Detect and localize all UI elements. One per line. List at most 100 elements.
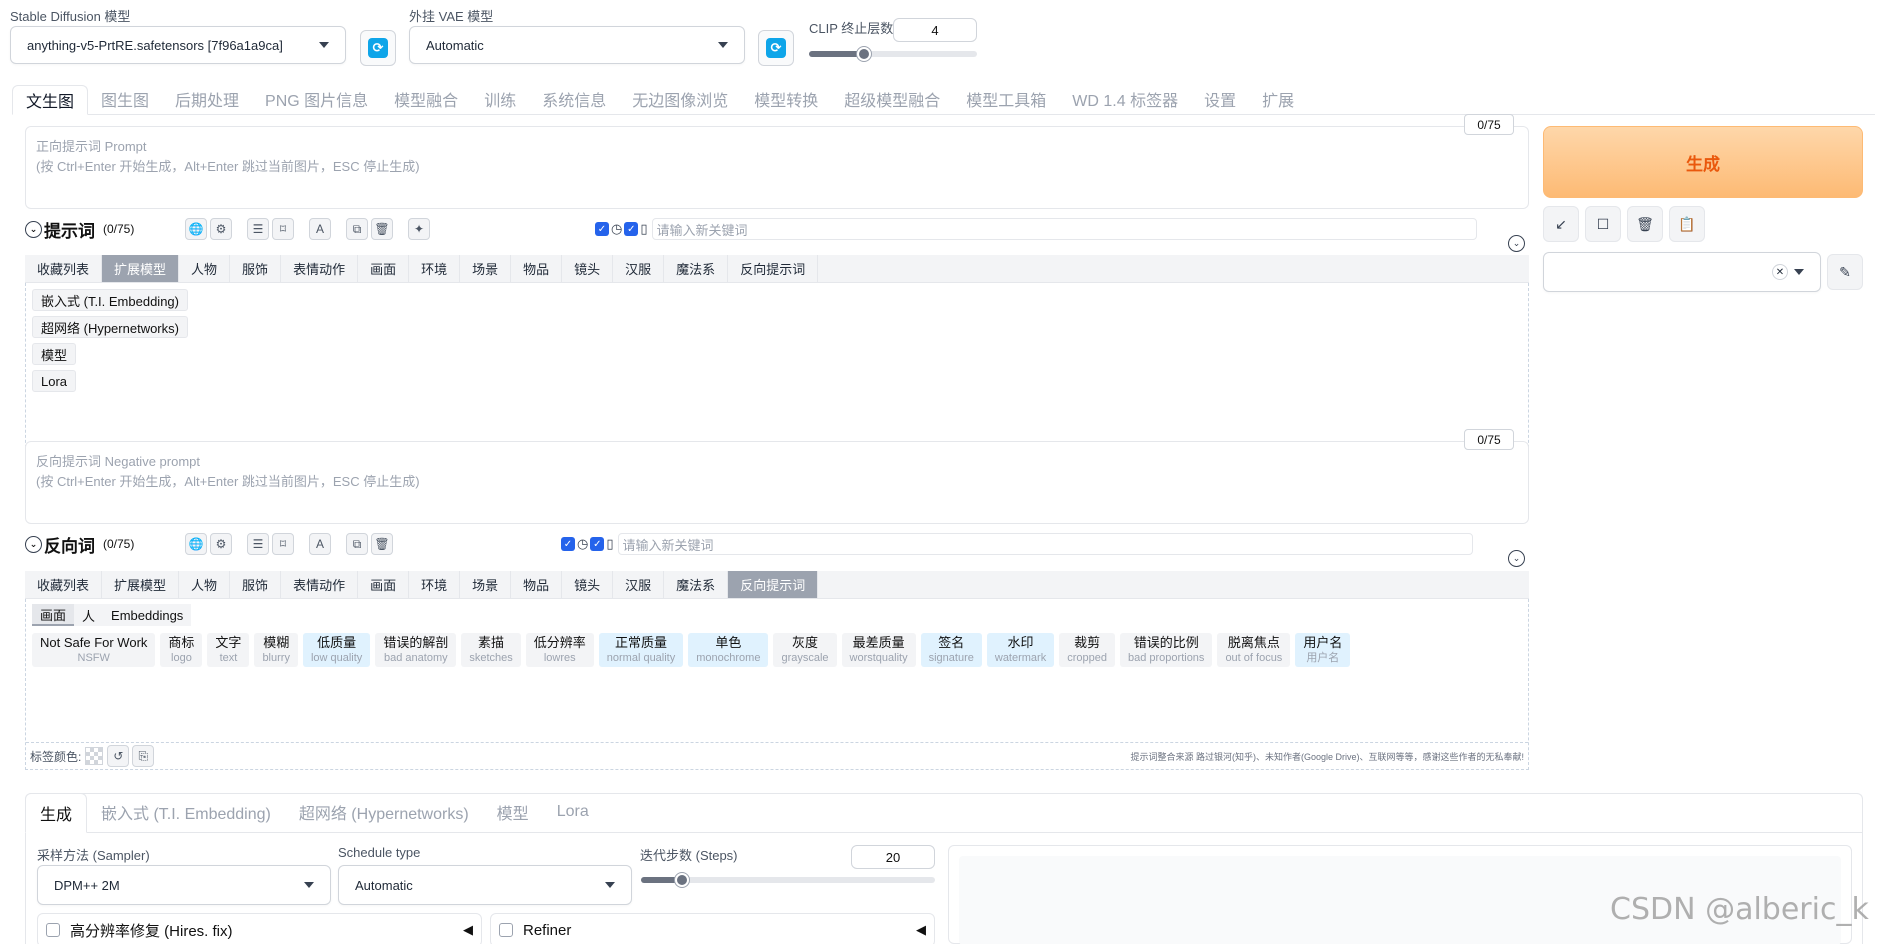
category-tab[interactable]: 反向提示词 <box>728 571 819 598</box>
refresh-sd-model-button[interactable]: ⟳ <box>360 30 396 66</box>
checkbox-panel[interactable]: ✓ <box>624 222 639 236</box>
trash-icon[interactable]: 🗑 <box>371 533 393 555</box>
refiner-accordion[interactable]: Refiner ◀ <box>490 913 935 944</box>
category-tab[interactable]: 环境 <box>409 255 461 282</box>
category-tab[interactable]: 物品 <box>511 571 563 598</box>
category-tab[interactable]: 收藏列表 <box>25 571 103 598</box>
negative-tag[interactable]: 素描 sketches <box>461 633 521 667</box>
negative-tag[interactable]: 低质量 low quality <box>302 633 371 667</box>
square-icon[interactable]: ☐ <box>1585 206 1621 242</box>
negative-tag[interactable]: 错误的解剖 bad anatomy <box>375 633 457 667</box>
bookmark-icon[interactable]: ⌑ <box>272 218 294 240</box>
tab-4[interactable]: 模型融合 <box>381 84 471 114</box>
collapse-icon[interactable]: ⌄ <box>1508 235 1525 252</box>
generate-button[interactable]: 生成 <box>1543 126 1863 198</box>
clip-slider-track[interactable] <box>809 51 977 57</box>
subitem-button[interactable]: 模型 <box>32 343 77 365</box>
negative-prompt-textarea[interactable]: 反向提示词 Negative prompt (按 Ctrl+Enter 开始生成… <box>25 441 1529 524</box>
translate-icon[interactable]: A <box>309 533 331 555</box>
category-tab[interactable]: 服饰 <box>230 255 282 282</box>
negative-tag[interactable]: 脱离焦点 out of focus <box>1217 633 1291 667</box>
negative-subtab[interactable]: 人 <box>74 604 104 626</box>
tab-6[interactable]: 系统信息 <box>529 84 619 114</box>
category-tab[interactable]: 魔法系 <box>664 571 729 598</box>
tab-12[interactable]: 设置 <box>1191 84 1249 114</box>
negative-keyword-input[interactable]: 请输入新关键词 <box>617 533 1473 555</box>
category-tab[interactable]: 环境 <box>409 571 461 598</box>
category-tab[interactable]: 画面 <box>358 255 410 282</box>
panel-icon[interactable]: ▯ <box>606 536 613 552</box>
trash-icon[interactable]: 🗑 <box>1627 206 1663 242</box>
gear-icon[interactable]: ⚙ <box>210 533 232 555</box>
reset-icon[interactable]: ↺ <box>107 745 130 767</box>
negative-tag[interactable]: 单色 monochrome <box>688 633 769 667</box>
clock-icon[interactable]: ◷ <box>577 536 588 552</box>
clip-number-input[interactable]: 4 <box>893 18 977 42</box>
tab-3[interactable]: PNG 图片信息 <box>252 84 381 114</box>
document-list-icon[interactable]: ☰ <box>247 218 269 240</box>
sampler-dropdown[interactable]: DPM++ 2M <box>37 865 331 905</box>
schedule-dropdown[interactable]: Automatic <box>338 865 632 905</box>
negative-tag[interactable]: 低分辨率 lowres <box>525 633 594 667</box>
hires-checkbox[interactable] <box>46 923 60 937</box>
category-tab[interactable]: 人物 <box>179 255 231 282</box>
copy-icon[interactable]: ⧉ <box>346 218 368 240</box>
tab-9[interactable]: 超级模型融合 <box>831 84 953 114</box>
prompt-section-title[interactable]: ⌄ 提示词 (0/75) <box>25 217 145 242</box>
checkbox-history[interactable]: ✓ <box>595 222 609 236</box>
bottom-tab[interactable]: 生成 <box>25 793 88 833</box>
checkbox-history[interactable]: ✓ <box>561 537 575 551</box>
arrow-in-icon[interactable]: ↙ <box>1543 206 1579 242</box>
globe-icon[interactable]: 🌐 <box>185 533 207 555</box>
copy-icon[interactable]: ⧉ <box>346 533 368 555</box>
negative-section-title[interactable]: ⌄ 反向词 (0/75) <box>25 532 145 557</box>
translate-icon[interactable]: A <box>309 218 331 240</box>
collapse-icon[interactable]: ⌄ <box>1508 550 1525 567</box>
negative-tag[interactable]: 签名 signature <box>920 633 982 667</box>
bottom-tab[interactable]: 嵌入式 (T.I. Embedding) <box>87 792 285 832</box>
category-tab[interactable]: 扩展模型 <box>102 571 180 598</box>
category-tab[interactable]: 场景 <box>460 255 512 282</box>
negative-tag[interactable]: 最差质量 worstquality <box>841 633 916 667</box>
steps-number-input[interactable]: 20 <box>851 845 935 869</box>
pencil-icon[interactable]: ✎ <box>1827 254 1863 290</box>
tab-5[interactable]: 训练 <box>471 84 529 114</box>
category-tab[interactable]: 服饰 <box>230 571 282 598</box>
category-tab[interactable]: 反向提示词 <box>728 255 819 282</box>
bookmark-icon[interactable]: ⌑ <box>272 533 294 555</box>
tab-13[interactable]: 扩展 <box>1249 84 1307 114</box>
globe-icon[interactable]: 🌐 <box>185 218 207 240</box>
tab-1[interactable]: 图生图 <box>88 84 162 114</box>
category-tab[interactable]: 表情动作 <box>281 255 359 282</box>
prompt-textarea[interactable]: 正向提示词 Prompt (按 Ctrl+Enter 开始生成，Alt+Ente… <box>25 126 1529 209</box>
panel-icon[interactable]: ▯ <box>640 221 647 237</box>
checker-icon[interactable] <box>85 747 104 765</box>
negative-tag[interactable]: 裁剪 cropped <box>1059 633 1115 667</box>
clipboard-icon[interactable]: 📋 <box>1669 206 1705 242</box>
category-tab[interactable]: 镜头 <box>562 571 614 598</box>
tab-2[interactable]: 后期处理 <box>162 84 252 114</box>
negative-subtab[interactable]: Embeddings <box>103 604 192 626</box>
category-tab[interactable]: 场景 <box>460 571 512 598</box>
negative-tag[interactable]: 正常质量 normal quality <box>598 633 684 667</box>
refresh-vae-button[interactable]: ⟳ <box>758 30 794 66</box>
subitem-button[interactable]: 超网络 (Hypernetworks) <box>32 316 188 338</box>
category-tab[interactable]: 表情动作 <box>281 571 359 598</box>
clipboard-icon[interactable]: ⎘ <box>132 745 155 767</box>
gear-icon[interactable]: ⚙ <box>210 218 232 240</box>
category-tab[interactable]: 镜头 <box>562 255 614 282</box>
category-tab[interactable]: 物品 <box>511 255 563 282</box>
bottom-tab[interactable]: 模型 <box>483 792 543 832</box>
close-icon[interactable]: ✕ <box>1772 264 1788 280</box>
tab-0[interactable]: 文生图 <box>12 85 89 115</box>
style-dropdown[interactable]: ✕ <box>1543 252 1821 292</box>
vae-dropdown[interactable]: Automatic <box>409 26 745 64</box>
tab-11[interactable]: WD 1.4 标签器 <box>1059 84 1191 114</box>
negative-tag[interactable]: 文字 text <box>207 633 250 667</box>
category-tab[interactable]: 收藏列表 <box>25 255 103 282</box>
category-tab[interactable]: 画面 <box>358 571 410 598</box>
clock-icon[interactable]: ◷ <box>611 221 622 237</box>
category-tab[interactable]: 扩展模型 <box>102 255 180 282</box>
negative-subtab[interactable]: 画面 <box>32 604 75 626</box>
category-tab[interactable]: 汉服 <box>613 255 665 282</box>
